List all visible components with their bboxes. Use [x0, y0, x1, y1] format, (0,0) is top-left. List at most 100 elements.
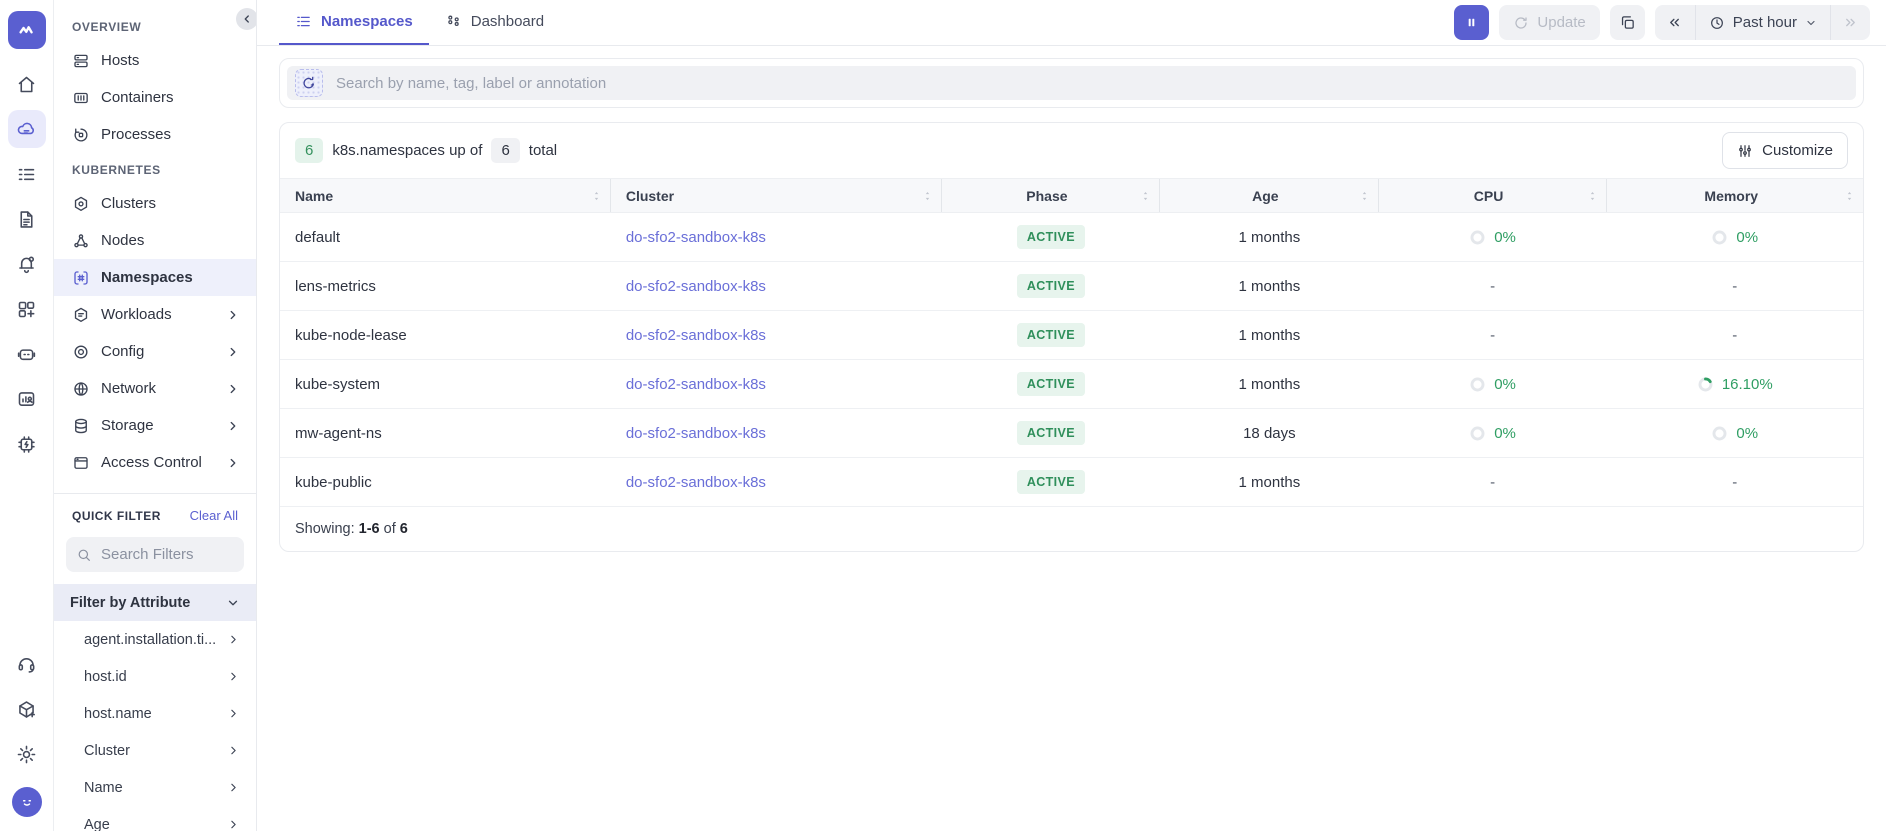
sidebar-item-label: Nodes — [101, 232, 242, 249]
table-row-kube-public[interactable]: kube-publicdo-sfo2-sandbox-k8sACTIVE1 mo… — [280, 458, 1863, 507]
support-headset-icon[interactable] — [8, 645, 46, 683]
assistant-bot-icon[interactable] — [8, 335, 46, 373]
tab-label: Namespaces — [321, 13, 413, 30]
sidebar-item-workloads[interactable]: Workloads — [54, 296, 256, 333]
copy-button[interactable] — [1610, 5, 1645, 40]
customize-label: Customize — [1762, 142, 1833, 159]
column-header-name[interactable]: Name — [280, 179, 611, 212]
infrastructure-icon[interactable] — [8, 110, 46, 148]
column-header-memory[interactable]: Memory — [1607, 179, 1863, 212]
quick-filter-title: QUICK FILTER — [72, 509, 161, 523]
time-range-picker[interactable]: Past hour — [1695, 5, 1830, 40]
cluster-link[interactable]: do-sfo2-sandbox-k8s — [626, 229, 766, 246]
main-search-input[interactable]: Search by name, tag, label or annotation — [287, 66, 1856, 100]
table-row-mw-agent-ns[interactable]: mw-agent-nsdo-sfo2-sandbox-k8sACTIVE18 d… — [280, 409, 1863, 458]
logs-icon[interactable] — [8, 155, 46, 193]
cluster-link[interactable]: do-sfo2-sandbox-k8s — [626, 327, 766, 344]
alerts-icon[interactable] — [8, 245, 46, 283]
cluster-link[interactable]: do-sfo2-sandbox-k8s — [626, 474, 766, 491]
user-avatar[interactable] — [12, 787, 42, 817]
cell-cpu: - — [1379, 311, 1607, 359]
processor-icon[interactable] — [8, 425, 46, 463]
cell-cluster: do-sfo2-sandbox-k8s — [611, 213, 942, 261]
time-back-button[interactable] — [1655, 5, 1695, 40]
table-row-default[interactable]: defaultdo-sfo2-sandbox-k8sACTIVE1 months… — [280, 213, 1863, 262]
tab-dashboard[interactable]: Dashboard — [429, 0, 560, 45]
sidebar-item-hosts[interactable]: Hosts — [54, 42, 256, 79]
time-forward-button[interactable] — [1830, 5, 1870, 40]
middleware-logo-icon[interactable] — [8, 11, 46, 49]
column-header-age[interactable]: Age — [1160, 179, 1378, 212]
sidebar-item-access-control[interactable]: Access Control — [54, 444, 256, 481]
attribute-filter-host-name[interactable]: host.name — [54, 695, 256, 732]
list-icon — [295, 13, 312, 30]
sort-icon[interactable] — [921, 189, 934, 202]
cluster-link[interactable]: do-sfo2-sandbox-k8s — [626, 425, 766, 442]
sidebar-item-label: Access Control — [101, 454, 213, 471]
cell-phase: ACTIVE — [942, 213, 1160, 261]
documents-icon[interactable] — [8, 200, 46, 238]
clear-all-link[interactable]: Clear All — [190, 508, 238, 523]
support-headset-icon-glyph — [16, 654, 37, 675]
sidebar-collapse-button[interactable] — [236, 8, 257, 30]
column-header-cluster[interactable]: Cluster — [611, 179, 942, 212]
sidebar-item-config[interactable]: Config — [54, 333, 256, 370]
search-filters-input[interactable]: Search Filters — [66, 537, 244, 572]
table-row-lens-metrics[interactable]: lens-metricsdo-sfo2-sandbox-k8sACTIVE1 m… — [280, 262, 1863, 311]
metric-empty: - — [1490, 278, 1495, 295]
customize-button[interactable]: Customize — [1722, 132, 1848, 169]
sort-icon[interactable] — [1358, 189, 1371, 202]
tab-bar: Namespaces Dashboard — [279, 0, 560, 45]
sidebar-item-namespaces[interactable]: Namespaces — [54, 259, 256, 296]
table-row-kube-system[interactable]: kube-systemdo-sfo2-sandbox-k8sACTIVE1 mo… — [280, 360, 1863, 409]
tab-namespaces[interactable]: Namespaces — [279, 0, 429, 45]
table-row-kube-node-lease[interactable]: kube-node-leasedo-sfo2-sandbox-k8sACTIVE… — [280, 311, 1863, 360]
integrations-box-icon[interactable] — [8, 690, 46, 728]
column-header-phase[interactable]: Phase — [942, 179, 1160, 212]
synthetic-monitoring-icon[interactable] — [8, 380, 46, 418]
home-icon[interactable] — [8, 65, 46, 103]
update-button[interactable]: Update — [1499, 5, 1599, 40]
chevron-down-icon — [1805, 17, 1817, 29]
attribute-filter-host-id[interactable]: host.id — [54, 658, 256, 695]
sliders-icon — [1737, 143, 1753, 159]
attribute-filter-agent-installation-ti-[interactable]: agent.installation.ti... — [54, 621, 256, 658]
cell-memory: 0% — [1607, 409, 1863, 457]
table-header: Name ClusterPhaseAgeCPUMemory — [280, 178, 1863, 213]
database-icon — [72, 417, 90, 435]
sort-icon[interactable] — [590, 189, 603, 202]
cell-age: 1 months — [1160, 213, 1378, 261]
cell-cluster: do-sfo2-sandbox-k8s — [611, 458, 942, 506]
column-header-cpu[interactable]: CPU — [1379, 179, 1607, 212]
cluster-link[interactable]: do-sfo2-sandbox-k8s — [626, 376, 766, 393]
column-label: Name — [295, 188, 588, 204]
sidebar-item-containers[interactable]: Containers — [54, 79, 256, 116]
sidebar-item-nodes[interactable]: Nodes — [54, 222, 256, 259]
cell-age: 18 days — [1160, 409, 1378, 457]
section-title: KUBERNETES — [54, 153, 256, 185]
settings-gear-icon[interactable] — [8, 735, 46, 773]
dashboards-icon-glyph — [16, 299, 37, 320]
cell-phase: ACTIVE — [942, 311, 1160, 359]
pause-button[interactable] — [1454, 5, 1489, 40]
sort-icon[interactable] — [1586, 189, 1599, 202]
attribute-filter-age[interactable]: Age — [54, 806, 256, 831]
dashboards-icon[interactable] — [8, 290, 46, 328]
topbar-actions: Update Past hour — [1454, 0, 1870, 45]
sort-icon[interactable] — [1843, 189, 1856, 202]
attribute-filter-cluster[interactable]: Cluster — [54, 732, 256, 769]
cell-memory: 0% — [1607, 213, 1863, 261]
usage-donut-icon — [1469, 425, 1486, 442]
cell-phase: ACTIVE — [942, 360, 1160, 408]
cluster-link[interactable]: do-sfo2-sandbox-k8s — [626, 278, 766, 295]
filter-by-attribute-header[interactable]: Filter by Attribute — [54, 584, 256, 621]
sort-icon[interactable] — [1139, 189, 1152, 202]
sidebar-item-storage[interactable]: Storage — [54, 407, 256, 444]
cell-name: kube-system — [280, 360, 611, 408]
sidebar-item-clusters[interactable]: Clusters — [54, 185, 256, 222]
attribute-label: Name — [84, 780, 123, 796]
chevron-right-icon — [227, 707, 240, 720]
sidebar-item-processes[interactable]: Processes — [54, 116, 256, 153]
attribute-filter-name[interactable]: Name — [54, 769, 256, 806]
sidebar-item-network[interactable]: Network — [54, 370, 256, 407]
